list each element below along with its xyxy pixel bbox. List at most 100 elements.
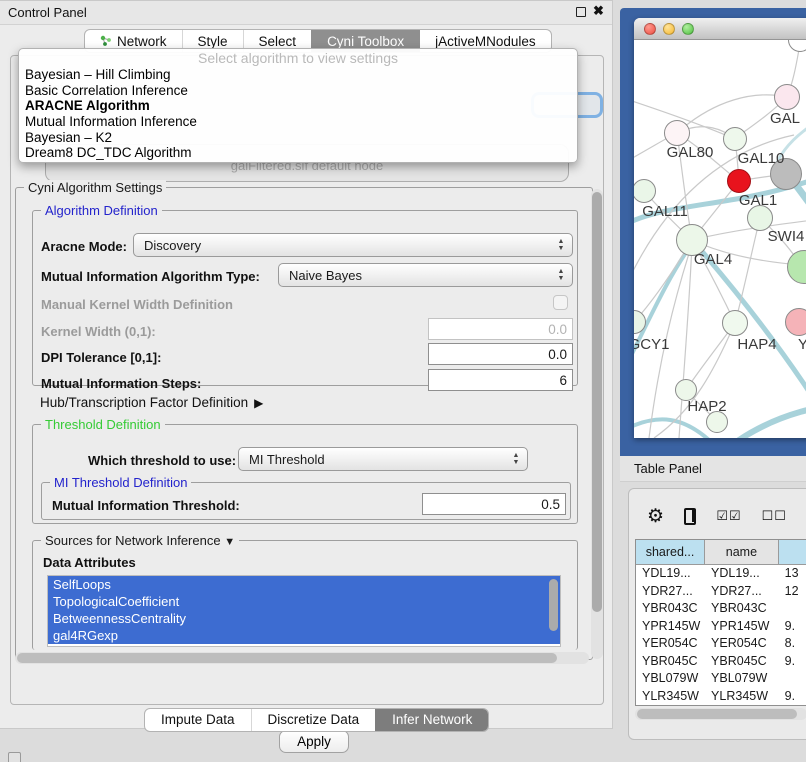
cell: 9. [779, 653, 806, 671]
minimize-traffic-light-icon[interactable] [663, 23, 675, 35]
kernel-width-field[interactable]: 0.0 [428, 318, 573, 340]
popup-option[interactable]: Basic Correlation Inference [19, 83, 577, 99]
tab-discretize-data[interactable]: Discretize Data [251, 709, 376, 731]
mi-algorithm-type-combo[interactable]: Naive Bayes ▲▼ [278, 263, 573, 287]
table-row[interactable]: YIL052CYIL052C9 [636, 705, 806, 706]
node-label: GAL [770, 110, 800, 127]
list-item[interactable]: BetweennessCentrality [48, 610, 560, 627]
popup-option-selected[interactable]: ARACNE Algorithm [19, 98, 577, 114]
list-item[interactable]: TopologicalCoefficient [48, 593, 560, 610]
cell: YDR27... [705, 583, 779, 601]
apply-button[interactable]: Apply [279, 730, 349, 753]
popup-option[interactable]: Dream8 DC_TDC Algorithm [19, 145, 577, 161]
data-attributes-list[interactable]: SelfLoops TopologicalCoefficient Between… [47, 575, 561, 647]
cell: YPR145W [636, 618, 705, 636]
column-header-name[interactable]: name [705, 540, 779, 565]
algorithm-definition-group: Algorithm Definition Aracne Mode: Discov… [32, 210, 578, 386]
network-window-titlebar [634, 18, 806, 40]
threshold-definition-group: Threshold Definition Which threshold to … [32, 424, 578, 524]
sources-group: Sources for Network Inference ▼ Data Att… [32, 540, 578, 650]
manual-kernel-width-label: Manual Kernel Width Definition [41, 297, 233, 312]
which-threshold-combo[interactable]: MI Threshold ▲▼ [238, 447, 528, 471]
cell: YIL052C [636, 705, 705, 706]
tab-impute-data[interactable]: Impute Data [145, 709, 251, 731]
settings-vertical-scrollbar-thumb[interactable] [592, 192, 602, 612]
node-label: GAL4 [694, 251, 732, 268]
settings-horizontal-scrollbar-thumb[interactable] [17, 653, 557, 663]
node-label: SWI4 [768, 228, 805, 245]
popup-option[interactable]: Bayesian – K2 [19, 130, 577, 146]
control-panel-titlebar: Control Panel ✖ [0, 1, 612, 25]
list-item[interactable]: gal4RGexp [48, 627, 560, 644]
cyni-bottom-tabbar: Impute Data Discretize Data Infer Networ… [144, 708, 489, 732]
float-window-icon[interactable] [576, 7, 586, 17]
table-row[interactable]: YDR27...YDR27...12 [636, 583, 806, 601]
tab-label: Discretize Data [268, 712, 360, 727]
aracne-mode-combo[interactable]: Discovery ▲▼ [133, 233, 573, 257]
columns-icon[interactable] [684, 508, 696, 525]
group-title: MI Threshold Definition [50, 475, 191, 490]
gear-icon[interactable]: ⚙ [647, 507, 664, 526]
table-horizontal-scrollbar-track[interactable] [635, 708, 806, 720]
dpi-tolerance-field[interactable]: 0.0 [428, 343, 573, 365]
mi-threshold-label: Mutual Information Threshold: [52, 498, 240, 513]
hub-definition-expander[interactable]: Hub/Transcription Factor Definition▶ [40, 395, 263, 410]
table-row[interactable]: YLR345WYLR345W9. [636, 688, 806, 706]
table-row[interactable]: YBL079WYBL079W [636, 670, 806, 688]
tab-label: Impute Data [161, 712, 235, 727]
network-node[interactable] [774, 84, 800, 110]
table-horizontal-scrollbar-thumb[interactable] [637, 709, 797, 719]
tab-label: Infer Network [392, 712, 472, 727]
cell: YBR043C [705, 600, 779, 618]
cell: YER054C [705, 635, 779, 653]
table-row[interactable]: YBR043CYBR043C [636, 600, 806, 618]
column-header-shared-name[interactable]: shared... [636, 540, 705, 565]
cell: YBR045C [636, 653, 705, 671]
combo-value: MI Threshold [249, 452, 325, 467]
table-row[interactable]: YBR045CYBR045C9. [636, 653, 806, 671]
mi-type-label: Mutual Information Algorithm Type: [41, 269, 260, 284]
network-node[interactable] [722, 310, 748, 336]
list-vertical-scrollbar[interactable] [549, 579, 558, 631]
node-label: Y [798, 336, 806, 353]
network-node[interactable] [785, 308, 806, 336]
table-row[interactable]: YPR145WYPR145W9. [636, 618, 806, 636]
popup-option[interactable]: Bayesian – Hill Climbing [19, 67, 577, 83]
node-label: GAL10 [738, 150, 785, 167]
node-label: GAL11 [642, 203, 688, 220]
tab-infer-network[interactable]: Infer Network [375, 709, 488, 731]
unchecked-columns-icon[interactable]: ☐☐ [762, 508, 787, 524]
table-row[interactable]: YER054CYER054C8. [636, 635, 806, 653]
popup-option[interactable]: Mutual Information Inference [19, 114, 577, 130]
checked-columns-icon[interactable]: ☑☑ [716, 508, 741, 524]
manual-kernel-width-checkbox[interactable] [553, 295, 568, 310]
list-item[interactable]: SelfLoops [48, 576, 560, 593]
collapse-arrow-icon[interactable]: ▼ [224, 536, 235, 548]
cell: YDR27... [636, 583, 705, 601]
dpi-tolerance-label: DPI Tolerance [0,1]: [41, 350, 161, 365]
mi-steps-field[interactable]: 6 [428, 369, 573, 391]
close-traffic-light-icon[interactable] [644, 23, 656, 35]
network-node[interactable] [664, 120, 690, 146]
table-row[interactable]: YDL19...YDL19...13 [636, 565, 806, 583]
zoom-traffic-light-icon[interactable] [682, 23, 694, 35]
settings-vertical-scrollbar-track[interactable] [591, 189, 603, 659]
node-table[interactable]: shared... name YDL19...YDL19...13 YDR27.… [635, 539, 806, 706]
column-header-cut[interactable] [779, 540, 806, 565]
data-attributes-label: Data Attributes [43, 555, 136, 570]
dock-panel-icon[interactable] [8, 752, 21, 762]
cell: YDL19... [636, 565, 705, 583]
node-label: HAP4 [737, 336, 776, 353]
settings-horizontal-scrollbar-track[interactable] [15, 652, 589, 664]
control-panel-title: Control Panel [8, 5, 87, 20]
network-node-selected[interactable] [727, 169, 751, 193]
network-node[interactable] [723, 127, 747, 151]
node-label: HAP2 [687, 398, 726, 415]
network-canvas[interactable]: GAL GAL80 GAL10 GAL1 GAL11 SWI4 GAL4 GCY… [634, 40, 806, 438]
network-icon [100, 35, 112, 47]
cell: YBL079W [705, 670, 779, 688]
mi-threshold-field[interactable]: 0.5 [422, 493, 566, 515]
popup-placeholder: Select algorithm to view settings [19, 51, 577, 67]
tab-label: jActiveMNodules [435, 34, 536, 49]
close-panel-icon[interactable]: ✖ [593, 3, 604, 19]
